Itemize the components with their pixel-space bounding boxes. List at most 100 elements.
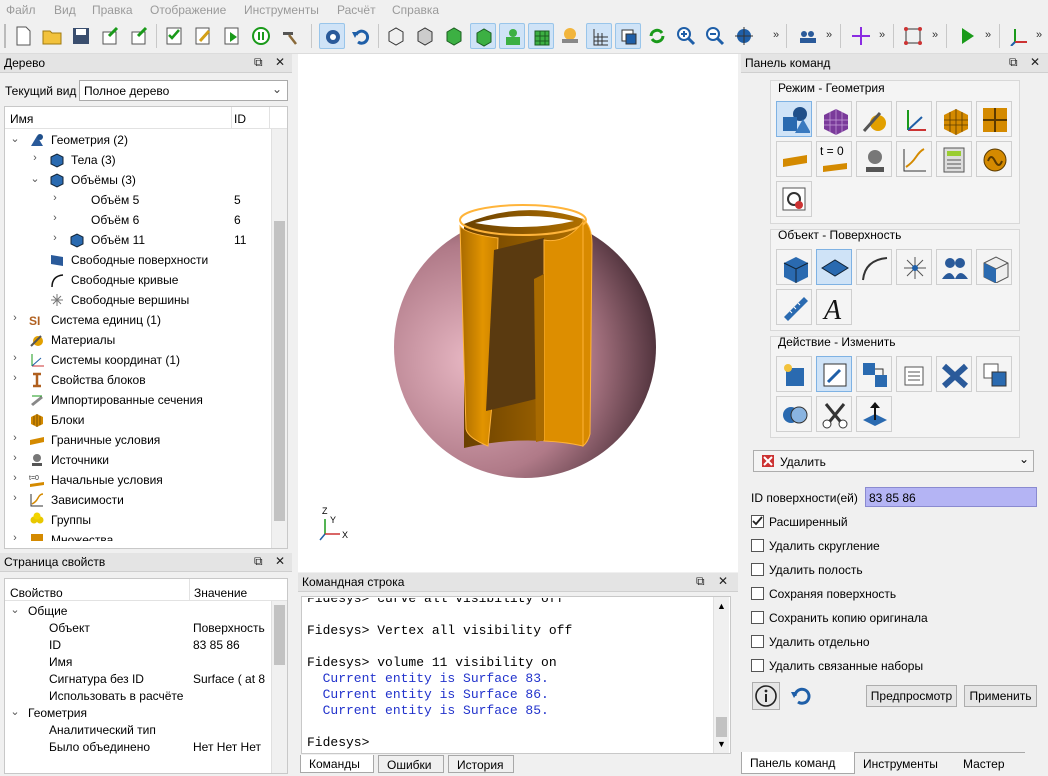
expand-right-icon[interactable]: › bbox=[49, 192, 61, 204]
tab-command-panel[interactable]: Панель команд bbox=[741, 752, 855, 774]
transform-icon[interactable] bbox=[856, 356, 892, 392]
menu-view[interactable]: Вид bbox=[54, 3, 76, 17]
bounding-box-icon[interactable] bbox=[900, 23, 926, 49]
groups-icon[interactable] bbox=[795, 23, 821, 49]
option-checkbox[interactable]: Удалить отдельно bbox=[751, 633, 1031, 651]
wireframe-icon[interactable] bbox=[383, 23, 409, 49]
tree-item[interactable]: › Граничные условия bbox=[5, 430, 270, 450]
scroll-down-icon[interactable]: ▼ bbox=[717, 739, 726, 749]
option-checkbox[interactable]: Удалить связанные наборы bbox=[751, 657, 1031, 675]
toolbar-more-3[interactable]: » bbox=[879, 29, 885, 41]
zoom-out-icon[interactable] bbox=[702, 23, 728, 49]
tree-item[interactable]: › Тела (3) bbox=[5, 150, 270, 170]
property-row[interactable]: ID 83 85 86 bbox=[5, 637, 269, 654]
hidden-line-icon[interactable] bbox=[412, 23, 438, 49]
shell-surface-86[interactable] bbox=[543, 220, 584, 447]
toolbar-more-2[interactable]: » bbox=[826, 29, 832, 41]
signal-icon[interactable] bbox=[976, 141, 1012, 177]
float-icon[interactable]: ⧉ bbox=[254, 554, 263, 569]
toolbar-more-6[interactable]: » bbox=[1036, 29, 1042, 41]
coordinate-mode-icon[interactable] bbox=[896, 101, 932, 137]
group-icon[interactable] bbox=[936, 249, 972, 285]
boolean-icon[interactable] bbox=[776, 396, 812, 432]
tree-item[interactable]: › Объём 6 6 bbox=[5, 210, 270, 230]
sources-icon[interactable] bbox=[856, 141, 892, 177]
tree-item[interactable]: › Объём 5 5 bbox=[5, 190, 270, 210]
property-row[interactable]: ⌄ Геометрия bbox=[5, 705, 269, 722]
expand-down-icon[interactable]: ⌄ bbox=[9, 603, 21, 616]
menu-display[interactable]: Отображение bbox=[150, 3, 226, 17]
axes-grid-icon[interactable] bbox=[586, 23, 612, 49]
tree-item[interactable]: Свободные поверхности bbox=[5, 250, 270, 270]
pause-icon[interactable] bbox=[248, 23, 274, 49]
split-icon[interactable] bbox=[816, 396, 852, 432]
new-file-icon[interactable] bbox=[10, 23, 36, 49]
run-icon[interactable] bbox=[954, 23, 980, 49]
operation-select[interactable]: Удалить ⌄ bbox=[753, 450, 1034, 472]
property-row[interactable]: Сигнатура без ID Surface ( at 8 . bbox=[5, 671, 269, 688]
create-surface-icon[interactable] bbox=[776, 356, 812, 392]
tree-scrollbar[interactable] bbox=[271, 129, 287, 548]
expand-right-icon[interactable]: › bbox=[9, 312, 21, 324]
3d-viewport[interactable]: Z Y X bbox=[298, 54, 738, 572]
tree-item[interactable]: Свободные вершины bbox=[5, 290, 270, 310]
curve-icon[interactable] bbox=[856, 249, 892, 285]
expand-right-icon[interactable]: › bbox=[49, 232, 61, 244]
box-icon[interactable] bbox=[976, 249, 1012, 285]
tree-item[interactable]: › Зависимости bbox=[5, 490, 270, 510]
expand-right-icon[interactable]: › bbox=[29, 152, 41, 164]
expand-right-icon[interactable]: › bbox=[9, 432, 21, 444]
hammer-icon[interactable] bbox=[277, 23, 303, 49]
tree-item[interactable]: Импортированные сечения bbox=[5, 390, 270, 410]
checkbox-box[interactable] bbox=[751, 515, 764, 528]
command-scrollbar-thumb[interactable] bbox=[716, 717, 727, 737]
expand-down-icon[interactable]: ⌄ bbox=[29, 172, 41, 185]
shaded-mesh-icon[interactable] bbox=[470, 23, 496, 49]
tree-item[interactable]: Группы bbox=[5, 510, 270, 530]
close-icon[interactable]: ✕ bbox=[718, 574, 728, 588]
expand-right-icon[interactable]: › bbox=[9, 492, 21, 504]
volume-icon[interactable] bbox=[776, 249, 812, 285]
apply-button[interactable]: Применить bbox=[964, 685, 1037, 707]
checkbox-box[interactable] bbox=[751, 563, 764, 576]
close-icon[interactable]: ✕ bbox=[1030, 55, 1040, 69]
tree-item[interactable]: Материалы bbox=[5, 330, 270, 350]
float-icon[interactable]: ⧉ bbox=[696, 574, 705, 589]
checklist-icon[interactable] bbox=[161, 23, 187, 49]
option-checkbox[interactable]: Удалить скругление bbox=[751, 537, 1031, 555]
checkbox-box[interactable] bbox=[751, 587, 764, 600]
tab-errors[interactable]: Ошибки bbox=[378, 755, 444, 773]
vertex-icon[interactable] bbox=[896, 249, 932, 285]
property-row[interactable]: Объект Поверхность bbox=[5, 620, 269, 637]
toolbar-more-4[interactable]: » bbox=[932, 29, 938, 41]
option-checkbox[interactable]: Сохранить копию оригинала bbox=[751, 609, 1031, 627]
option-checkbox[interactable]: Расширенный bbox=[751, 513, 1031, 531]
import-icon[interactable] bbox=[97, 23, 123, 49]
initial-conditions-icon[interactable]: t = 0 bbox=[816, 141, 852, 177]
geometry-display-icon[interactable] bbox=[499, 23, 525, 49]
save-icon[interactable] bbox=[68, 23, 94, 49]
property-row[interactable]: Использовать в расчёте bbox=[5, 688, 269, 705]
window-layout-icon[interactable] bbox=[615, 23, 641, 49]
mesh-mode-icon[interactable] bbox=[816, 101, 852, 137]
checkbox-box[interactable] bbox=[751, 659, 764, 672]
property-row[interactable]: Было объединено Нет Нет Нет bbox=[5, 739, 269, 756]
mesh-display-icon[interactable] bbox=[528, 23, 554, 49]
property-row[interactable]: ⌄ Общие bbox=[5, 603, 269, 620]
expand-right-icon[interactable]: › bbox=[49, 212, 61, 224]
delete-icon[interactable] bbox=[936, 356, 972, 392]
checkbox-box[interactable] bbox=[751, 611, 764, 624]
menu-tools[interactable]: Инструменты bbox=[244, 3, 319, 17]
properties-icon[interactable] bbox=[896, 356, 932, 392]
tree-item[interactable]: › Источники bbox=[5, 450, 270, 470]
coordinate-axes-icon[interactable] bbox=[1006, 23, 1032, 49]
open-folder-icon[interactable] bbox=[39, 23, 65, 49]
expand-right-icon[interactable]: › bbox=[9, 472, 21, 484]
text-icon[interactable]: A bbox=[816, 289, 852, 325]
tree-item[interactable]: › t=0 Начальные условия bbox=[5, 470, 270, 490]
zoom-in-icon[interactable] bbox=[673, 23, 699, 49]
edit-script-icon[interactable] bbox=[190, 23, 216, 49]
surface-id-input[interactable]: 83 85 86 bbox=[865, 487, 1037, 507]
scroll-up-icon[interactable]: ▲ bbox=[717, 601, 726, 611]
tree-item[interactable]: ⌄ Объёмы (3) bbox=[5, 170, 270, 190]
